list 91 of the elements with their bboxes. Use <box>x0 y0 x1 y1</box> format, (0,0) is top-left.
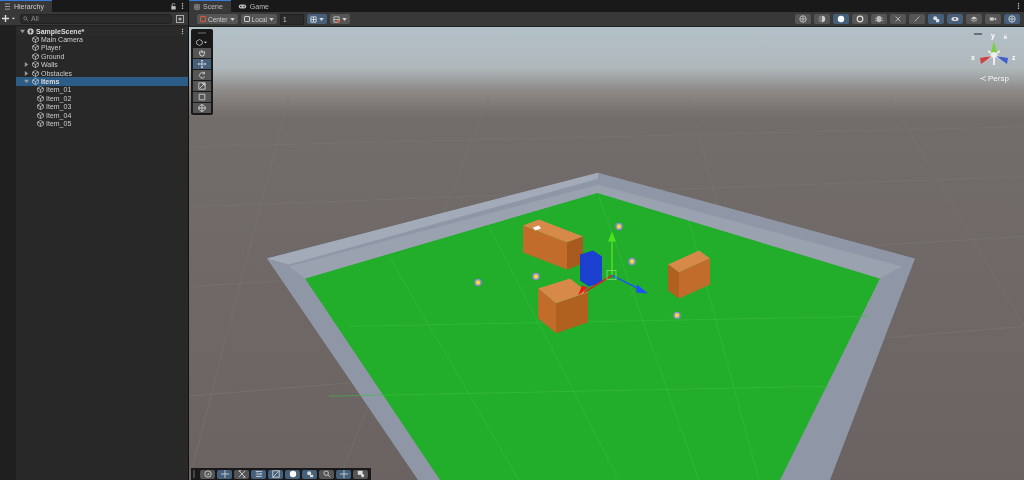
player-block-drawing <box>580 250 602 287</box>
solid-toggle[interactable] <box>833 14 849 24</box>
transform-icon <box>198 104 206 112</box>
move-icon <box>198 60 206 68</box>
scale-icon <box>237 470 246 478</box>
scale-overlay-button[interactable] <box>234 469 249 479</box>
eye-toggle[interactable] <box>947 14 963 24</box>
image-icon <box>271 470 280 478</box>
item-marker-icon <box>532 272 540 281</box>
caret-icon <box>342 17 348 21</box>
rect-tool-button[interactable] <box>193 92 211 102</box>
move-icon <box>220 470 229 478</box>
search-icon <box>322 470 331 478</box>
image-overlay-button[interactable] <box>268 469 283 479</box>
crate-drawing <box>668 250 710 299</box>
grid-icon <box>310 15 318 23</box>
sphere-icon <box>288 470 297 478</box>
light-overlay-button[interactable] <box>302 469 317 479</box>
item-marker-icon <box>615 222 623 231</box>
eye-icon <box>951 15 959 23</box>
gizmo-toggle[interactable] <box>1004 14 1020 24</box>
compass-overlay-button[interactable] <box>200 469 215 479</box>
rotate-icon <box>198 71 206 79</box>
globe-icon <box>799 15 807 23</box>
add-button[interactable] <box>2 15 16 22</box>
ring-icon <box>856 15 864 23</box>
layers-icon <box>970 15 978 23</box>
scale-icon <box>198 82 206 90</box>
unity-logo-icon <box>27 27 34 35</box>
crate-drawing <box>523 219 583 270</box>
sliders-icon <box>254 470 263 478</box>
more-icon[interactable] <box>1017 2 1020 10</box>
filter-icon[interactable] <box>176 14 184 23</box>
grid-toggle[interactable] <box>795 14 811 24</box>
cross-icon <box>894 15 902 23</box>
hand-tool-button[interactable] <box>193 48 211 58</box>
rect-icon <box>198 93 206 101</box>
half-sphere-icon <box>818 15 826 23</box>
expand-arrow-icon[interactable] <box>24 79 29 85</box>
layers-toggle[interactable] <box>966 14 982 24</box>
crate-drawing <box>538 278 588 334</box>
lighting-icon <box>932 15 940 23</box>
view-tool-dropdown[interactable] <box>196 37 208 47</box>
more-icon[interactable] <box>181 27 184 35</box>
sphere-icon <box>837 15 845 23</box>
rotate-tool-button[interactable] <box>193 70 211 80</box>
grid-icon <box>194 3 200 10</box>
sliders-overlay-button[interactable] <box>251 469 266 479</box>
item-marker-icon <box>474 278 482 287</box>
expand-arrow-icon[interactable] <box>24 62 29 68</box>
move-icon <box>339 470 348 478</box>
lock-icon[interactable] <box>170 2 177 10</box>
scale-tool-button[interactable] <box>193 81 211 91</box>
compass-icon <box>203 470 212 478</box>
gamepad-icon <box>237 3 247 9</box>
shaded-toggle[interactable] <box>814 14 830 24</box>
camera-toggle[interactable] <box>985 14 1001 24</box>
line-toggle[interactable] <box>909 14 925 24</box>
effects-icon <box>875 15 883 23</box>
move-tool-button[interactable] <box>193 59 211 69</box>
light-toggle[interactable] <box>928 14 944 24</box>
camera-overlay-button[interactable] <box>353 469 368 479</box>
expand-arrow-icon[interactable] <box>24 70 29 76</box>
caret-icon <box>229 17 235 21</box>
more-icon[interactable] <box>181 2 184 10</box>
cross-toggle[interactable] <box>890 14 906 24</box>
caret-icon <box>319 17 325 21</box>
hand-icon <box>198 49 206 57</box>
expand-arrow-icon[interactable] <box>20 28 25 34</box>
transform-tool-button[interactable] <box>193 103 211 113</box>
move-overlay-button[interactable] <box>217 469 232 479</box>
ring-toggle[interactable] <box>852 14 868 24</box>
snap-settings-button[interactable] <box>330 14 351 24</box>
gizmo-icon <box>1008 15 1016 23</box>
lighting-icon <box>305 470 314 478</box>
caret-icon <box>269 17 275 21</box>
perspective-icon <box>980 76 986 81</box>
item-marker-icon <box>673 311 681 320</box>
line-icon <box>913 15 921 23</box>
camera-icon <box>356 470 365 478</box>
search-icon <box>23 15 29 22</box>
fx-toggle[interactable] <box>871 14 887 24</box>
item-marker-icon <box>628 257 636 266</box>
solid-overlay-button[interactable] <box>285 469 300 479</box>
move-gizmo[interactable] <box>578 231 648 296</box>
snap-icon <box>333 15 341 23</box>
list-icon <box>4 3 11 10</box>
search-overlay-button[interactable] <box>319 469 334 479</box>
move-overlay-button[interactable] <box>336 469 351 479</box>
grid-snap-button[interactable] <box>307 14 328 24</box>
camera-icon <box>989 15 997 23</box>
